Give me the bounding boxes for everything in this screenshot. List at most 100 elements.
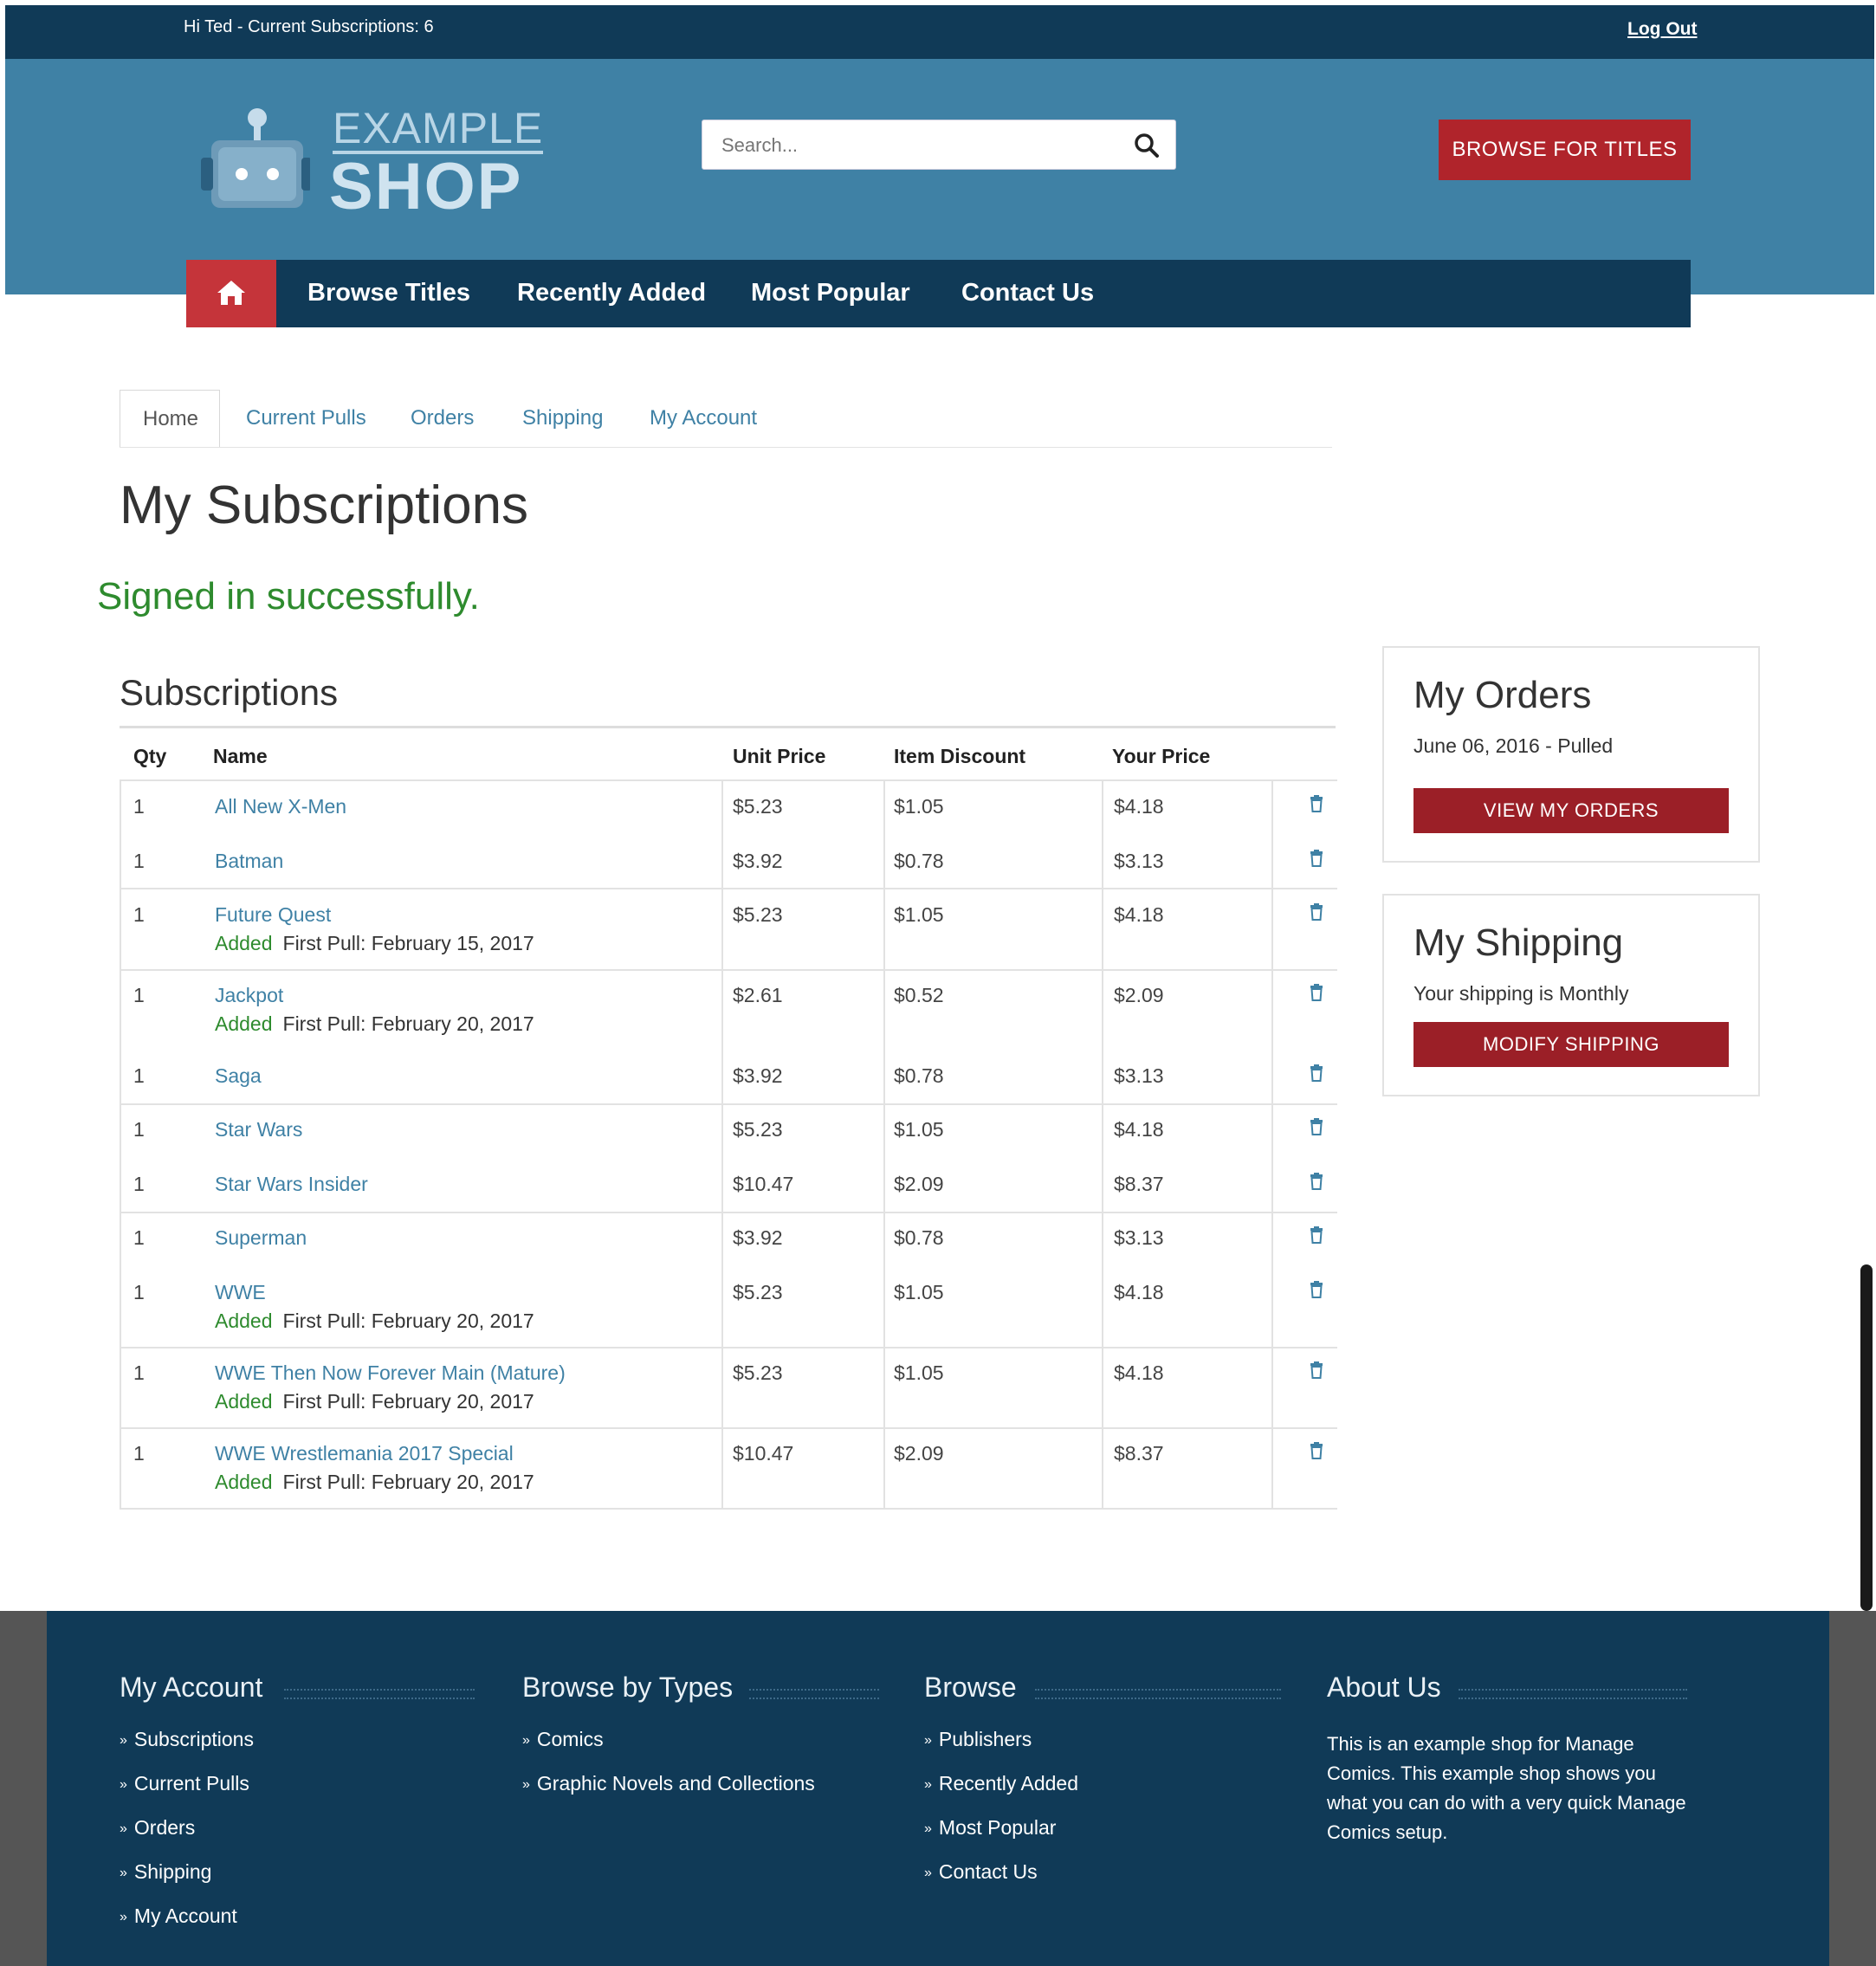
row-unit-price: $5.23 — [733, 903, 783, 926]
row-title-link[interactable]: WWE Then Now Forever Main (Mature) — [215, 1361, 566, 1385]
trash-icon[interactable] — [1310, 1118, 1323, 1135]
trash-icon[interactable] — [1310, 850, 1323, 867]
footer-link[interactable]: » Graphic Novels and Collections — [522, 1772, 815, 1816]
first-pull-label: First Pull: — [282, 1390, 366, 1413]
row-title-link[interactable]: Star Wars Insider — [215, 1173, 368, 1196]
col-divider — [721, 969, 723, 1105]
row-discount: $1.05 — [894, 1118, 944, 1141]
footer-link-label: Graphic Novels and Collections — [536, 1772, 815, 1795]
trash-icon[interactable] — [1310, 1442, 1323, 1459]
row-unit-price: $5.23 — [733, 1118, 783, 1141]
row-title-link[interactable]: Batman — [215, 850, 283, 873]
shop-logo[interactable]: EXAMPLE SHOP — [199, 102, 544, 223]
trash-icon[interactable] — [1310, 1281, 1323, 1298]
trash-icon[interactable] — [1310, 984, 1323, 1001]
row-your-price: $4.18 — [1114, 1281, 1164, 1303]
row-title-link[interactable]: WWE — [215, 1281, 266, 1304]
row-unit-price: $2.61 — [733, 984, 783, 1006]
modify-shipping-button[interactable]: MODIFY SHIPPING — [1413, 1022, 1729, 1067]
tab-home[interactable]: Home — [120, 390, 220, 447]
flash-message: Signed in successfully. — [97, 575, 480, 618]
first-pull-date: February 20, 2017 — [371, 1012, 534, 1035]
col-divider — [883, 779, 885, 889]
footer-link[interactable]: » Recently Added — [924, 1772, 1078, 1816]
row-title-link[interactable]: Future Quest — [215, 903, 331, 927]
col-divider — [1271, 1427, 1273, 1510]
nav-home-button[interactable] — [186, 260, 276, 327]
added-label: Added — [215, 932, 273, 954]
first-pull-date: February 20, 2017 — [371, 1390, 534, 1413]
footer-link[interactable]: » Orders — [120, 1816, 262, 1860]
col-divider — [721, 1103, 723, 1213]
nav-recently-added[interactable]: Recently Added — [517, 279, 706, 307]
row-qty: 1 — [133, 1226, 145, 1249]
footer-link[interactable]: » Subscriptions — [120, 1728, 262, 1772]
trash-icon[interactable] — [1310, 903, 1323, 921]
col-divider — [883, 1212, 885, 1348]
tab-shipping[interactable]: Shipping — [522, 390, 603, 447]
nav-contact-us[interactable]: Contact Us — [961, 279, 1094, 307]
chevron-right-icon: » — [120, 1866, 127, 1880]
col-divider — [1102, 969, 1103, 1105]
col-divider — [883, 1103, 885, 1213]
footer-link[interactable]: » Contact Us — [924, 1860, 1078, 1905]
first-pull-date: February 20, 2017 — [371, 1310, 534, 1332]
search-box — [702, 120, 1176, 170]
nav-browse-titles[interactable]: Browse Titles — [307, 279, 470, 307]
tab-current-pulls[interactable]: Current Pulls — [246, 390, 366, 447]
added-label: Added — [215, 1012, 273, 1035]
row-title-link[interactable]: Jackpot — [215, 984, 283, 1007]
scrollbar-thumb[interactable] — [1860, 1264, 1873, 1611]
chevron-right-icon: » — [120, 1910, 127, 1924]
trash-icon[interactable] — [1310, 1173, 1323, 1190]
row-title-link[interactable]: WWE Wrestlemania 2017 Special — [215, 1442, 514, 1465]
search-input[interactable] — [720, 131, 1122, 160]
row-qty: 1 — [133, 1442, 145, 1465]
footer-col-browse: Browse » Publishers » Recently Added » Most… — [924, 1672, 1281, 1905]
shipping-frequency: Your shipping is Monthly — [1413, 982, 1629, 1005]
row-discount: $0.78 — [894, 1064, 944, 1087]
tab-my-account[interactable]: My Account — [650, 390, 757, 447]
my-shipping-title: My Shipping — [1413, 922, 1624, 964]
page-title: My Subscriptions — [120, 475, 529, 535]
row-title-link[interactable]: Star Wars — [215, 1118, 302, 1141]
row-qty: 1 — [133, 1118, 145, 1141]
nav-most-popular[interactable]: Most Popular — [751, 279, 910, 307]
trash-icon[interactable] — [1310, 1226, 1323, 1244]
row-first-pull-note: Added First Pull: February 20, 2017 — [215, 1390, 534, 1413]
search-icon[interactable] — [1134, 133, 1160, 158]
col-divider — [1102, 1427, 1103, 1510]
view-my-orders-button[interactable]: VIEW MY ORDERS — [1413, 788, 1729, 833]
footer-link[interactable]: » My Account — [120, 1905, 262, 1949]
trash-icon[interactable] — [1310, 795, 1323, 812]
greeting-text: Hi Ted - Current Subscriptions: 6 — [184, 17, 434, 36]
row-title-link[interactable]: Saga — [215, 1064, 262, 1088]
footer-link[interactable]: » Comics — [522, 1728, 815, 1772]
footer-link[interactable]: » Publishers — [924, 1728, 1078, 1772]
trash-icon[interactable] — [1310, 1064, 1323, 1082]
row-title-link[interactable]: Superman — [215, 1226, 307, 1250]
row-qty: 1 — [133, 1281, 145, 1303]
row-title-link[interactable]: All New X-Men — [215, 795, 346, 818]
footer-link[interactable]: » Shipping — [120, 1860, 262, 1905]
row-qty: 1 — [133, 850, 145, 872]
chevron-right-icon: » — [120, 1821, 127, 1836]
row-your-price: $4.18 — [1114, 1361, 1164, 1384]
row-your-price: $3.13 — [1114, 1064, 1164, 1087]
trash-icon[interactable] — [1310, 1361, 1323, 1379]
row-discount: $0.52 — [894, 984, 944, 1006]
my-shipping-panel: My Shipping Your shipping is Monthly MOD… — [1382, 894, 1760, 1096]
top-bar: Hi Ted - Current Subscriptions: 6 Log Ou… — [5, 5, 1874, 59]
browse-for-titles-button[interactable]: BROWSE FOR TITLES — [1439, 120, 1691, 180]
row-discount: $2.09 — [894, 1173, 944, 1195]
footer-link[interactable]: » Current Pulls — [120, 1772, 262, 1816]
logout-link[interactable]: Log Out — [1627, 19, 1697, 40]
row-your-price: $3.13 — [1114, 850, 1164, 872]
footer-col-browse-types: Browse by Types » Comics » Graphic Novels … — [522, 1672, 879, 1816]
row-border — [121, 779, 1337, 781]
my-orders-title: My Orders — [1413, 674, 1592, 716]
row-unit-price: $3.92 — [733, 1226, 783, 1249]
footer-link[interactable]: » Most Popular — [924, 1816, 1078, 1860]
tab-orders[interactable]: Orders — [411, 390, 474, 447]
row-unit-price: $5.23 — [733, 1281, 783, 1303]
